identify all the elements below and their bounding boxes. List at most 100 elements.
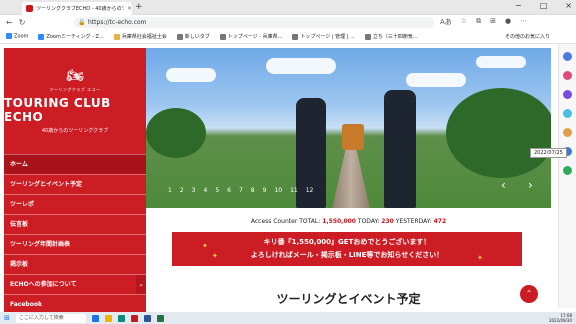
- shopping-icon[interactable]: [563, 71, 572, 80]
- counter-yesterday: 472: [433, 218, 447, 225]
- close-tab-icon[interactable]: ×: [127, 5, 132, 12]
- windows-start-icon[interactable]: ⊞: [4, 314, 10, 322]
- slider-dot[interactable]: 11: [290, 187, 298, 194]
- train-image: [342, 124, 364, 150]
- url-field[interactable]: 🔒 https://tc-echo.com: [74, 17, 434, 28]
- slide-date-tooltip: 2022/07/25: [530, 148, 567, 158]
- site-menu: ホーム ツーリングとイベント予定 ツーレポ 伝言板 ツーリング年間計画表 掲示板 ECHOへ…: [4, 154, 146, 314]
- folder-icon: [113, 33, 120, 40]
- page-icon: [364, 33, 371, 40]
- page-icon: [219, 33, 226, 40]
- minimize-button[interactable]: −: [515, 1, 522, 10]
- slider-dot[interactable]: 5: [215, 187, 219, 194]
- counter-label: Access Counter: [250, 218, 298, 225]
- menu-item[interactable]: ツーリング年間計画表: [4, 234, 146, 254]
- more-menu-icon[interactable]: ⋯: [520, 17, 527, 27]
- tools-icon[interactable]: [563, 90, 572, 99]
- site-logo[interactable]: 🏍 ツーリングクラブ エコー TOURING CLUB ECHO 40歳からのツ…: [4, 48, 146, 154]
- slider-dot[interactable]: 7: [239, 187, 243, 194]
- sparkle-icon: ✦: [202, 242, 208, 250]
- menu-item[interactable]: ツーレポ: [4, 194, 146, 214]
- menu-item[interactable]: Facebook: [4, 294, 146, 314]
- favorite-star-icon[interactable]: ☆: [461, 17, 467, 27]
- menu-item[interactable]: 掲示板: [4, 254, 146, 274]
- bookmark-item[interactable]: Zoomミーティング - Z...: [38, 33, 104, 40]
- bookmark-item[interactable]: Zoom: [6, 33, 28, 40]
- search-icon[interactable]: [563, 52, 572, 61]
- slider-prev-icon[interactable]: ‹: [501, 178, 506, 192]
- counter-today: 230: [381, 218, 394, 225]
- word-icon[interactable]: [143, 314, 151, 322]
- railroad-track: [331, 143, 371, 208]
- office-icon[interactable]: [563, 128, 572, 137]
- rider-right: [384, 90, 416, 208]
- taskbar: ⊞ ここに入力して検索 17:08 2022/09/30: [0, 312, 576, 324]
- task-view-icon[interactable]: [91, 314, 99, 322]
- maximize-button[interactable]: □: [540, 1, 548, 10]
- excel-icon[interactable]: [156, 314, 164, 322]
- slider-dot[interactable]: 6: [227, 187, 231, 194]
- other-favorites[interactable]: その他のお気に入り: [505, 33, 550, 40]
- refresh-icon[interactable]: ↻: [19, 18, 26, 27]
- slider-dot[interactable]: 12: [306, 187, 314, 194]
- slider-dot[interactable]: 2: [180, 187, 184, 194]
- sparkle-icon: ✦: [477, 254, 483, 262]
- kiriban-banner: ✦ ✦ ✦ キリ番『1,550,000』GETおめでとうございます！ よろしけれ…: [172, 232, 522, 266]
- chevron-down-icon[interactable]: ⌄: [136, 275, 146, 294]
- slider-dot[interactable]: 4: [203, 187, 207, 194]
- add-icon[interactable]: [563, 166, 572, 175]
- menu-item[interactable]: ホーム: [4, 154, 146, 174]
- back-icon[interactable]: ←: [6, 18, 13, 27]
- edge-sidebar: [558, 44, 576, 308]
- slider-pagination: 1 2 3 4 5 6 7 8 9 10 11 12: [168, 187, 313, 194]
- collections-icon[interactable]: ⊞: [490, 17, 496, 27]
- menu-item[interactable]: 伝言板: [4, 214, 146, 234]
- bookmark-item[interactable]: トップページ | 管理 | ...: [292, 33, 355, 40]
- lock-icon: 🔒: [78, 19, 86, 26]
- profile-icon[interactable]: ●: [505, 17, 511, 27]
- new-tab-button[interactable]: +: [135, 2, 143, 12]
- logo-tagline: 40歳からのツーリングクラブ: [41, 128, 109, 134]
- tab-bar: ツーリングクラブECHO - 40歳からのツ × + − □ ×: [0, 0, 576, 15]
- url-text: https://tc-echo.com: [88, 19, 147, 26]
- system-clock[interactable]: 17:08 2022/09/30: [549, 313, 572, 323]
- slider-dot[interactable]: 3: [192, 187, 196, 194]
- browser-tab[interactable]: ツーリングクラブECHO - 40歳からのツ ×: [22, 2, 132, 15]
- slider-dot[interactable]: 9: [263, 187, 267, 194]
- games-icon[interactable]: [563, 109, 572, 118]
- slider-dot[interactable]: 1: [168, 187, 172, 194]
- hero-slider: 1 2 3 4 5 6 7 8 9 10 11 12 ‹ ›: [146, 48, 551, 208]
- address-bar-row: ← ↻ 🔒 https://tc-echo.com Aあ ☆ ⧉ ⊞ ● ⋯: [0, 15, 576, 30]
- section-heading: ツーリングとイベント予定: [276, 292, 421, 306]
- slider-next-icon[interactable]: ›: [528, 178, 533, 192]
- close-window-button[interactable]: ×: [565, 1, 572, 10]
- banner-line-2: よろしければメール・掲示板・LINE等でお知らせください！: [250, 251, 444, 259]
- page-icon: [292, 33, 299, 40]
- app-icon[interactable]: [130, 314, 138, 322]
- explorer-icon[interactable]: [104, 314, 112, 322]
- banner-line-1: キリ番『1,550,000』GETおめでとうございます！: [263, 238, 431, 246]
- logo-title: TOURING CLUB ECHO: [4, 96, 111, 124]
- zoom-icon: [6, 33, 12, 40]
- scroll-to-top-button[interactable]: ⌃: [520, 285, 538, 303]
- bookmarks-bar: Zoom Zoomミーティング - Z... 兵庫県社会福祉士会 新しいタブ トップペー…: [0, 30, 576, 44]
- bookmark-item[interactable]: 兵庫県社会福祉士会: [113, 33, 167, 40]
- motorcycle-icon: 🏍: [66, 68, 84, 84]
- logo-subtitle: ツーリングクラブ エコー: [49, 87, 101, 92]
- slider-dot[interactable]: 8: [251, 187, 255, 194]
- bookmark-item[interactable]: トップページ - 兵庫県...: [219, 33, 282, 40]
- bookmark-item[interactable]: 立ち（三十四節気...: [364, 33, 418, 40]
- slider-dot[interactable]: 10: [274, 187, 282, 194]
- counter-total: 1,550,000: [322, 218, 356, 225]
- site-favicon-icon: [26, 5, 33, 12]
- menu-item[interactable]: ツーリングとイベント予定: [4, 174, 146, 194]
- site-sidebar: 🏍 ツーリングクラブ エコー TOURING CLUB ECHO 40歳からのツ…: [4, 48, 146, 312]
- read-aloud-icon[interactable]: Aあ: [440, 17, 452, 27]
- bookmark-item[interactable]: 新しいタブ: [176, 33, 210, 40]
- menu-item[interactable]: ECHOへの参加について ⌄: [4, 274, 146, 294]
- edge-icon[interactable]: [117, 314, 125, 322]
- sparkle-icon: ✦: [212, 252, 218, 260]
- taskbar-search[interactable]: ここに入力して検索: [15, 313, 86, 323]
- access-counter: Access Counter TOTAL: 1,550,000 TODAY: 2…: [250, 218, 447, 225]
- extensions-icon[interactable]: ⧉: [476, 17, 481, 27]
